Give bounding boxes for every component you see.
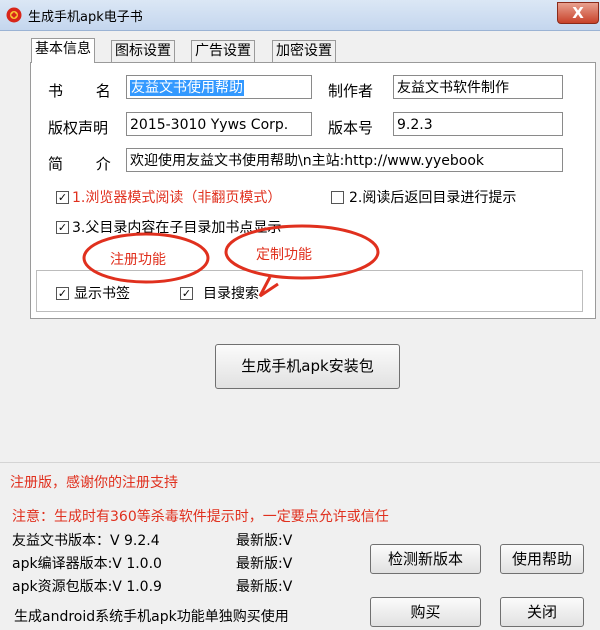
check-update-button[interactable]: 检测新版本 — [370, 544, 481, 574]
producer-input[interactable]: 友益文书软件制作 — [393, 75, 563, 99]
generate-apk-button[interactable]: 生成手机apk安装包 — [215, 344, 400, 389]
copyright-input[interactable]: 2015-3010 Yyws Corp. — [126, 112, 312, 136]
custom-annotation-text: 定制功能 — [256, 247, 312, 263]
book-name-value: 友益文书使用帮助 — [130, 80, 244, 96]
antivirus-warning: 注意：生成时有360等杀毒软件提示时，一定要点允许或信任 — [12, 509, 389, 525]
tab-encrypt-settings[interactable]: 加密设置 — [272, 40, 336, 62]
version-input[interactable]: 9.2.3 — [393, 112, 563, 136]
book-name-label: 书 名 — [48, 82, 125, 100]
version-label: 版本号 — [328, 119, 374, 137]
app-icon — [6, 7, 22, 23]
app-version-label: 友益文书版本：V 9.2.4 — [12, 533, 160, 549]
tab-ad-settings[interactable]: 广告设置 — [191, 40, 255, 62]
resource-version-label: apk资源包版本:V 1.0.9 — [12, 579, 162, 595]
return-prompt-checkbox[interactable] — [331, 191, 344, 204]
register-annotation-text: 注册功能 — [110, 252, 166, 268]
show-bookmark-checkbox[interactable]: ✓ — [56, 287, 69, 300]
app-latest-version: 最新版:V — [236, 533, 293, 549]
window-title: 生成手机apk电子书 — [28, 10, 143, 25]
registered-status: 注册版，感谢你的注册支持 — [10, 475, 178, 491]
browser-mode-label: 1.浏览器模式阅读（非翻页模式） — [72, 190, 282, 206]
resource-latest-version: 最新版:V — [236, 579, 293, 595]
purchase-note: 生成android系统手机apk功能单独购买使用 — [14, 609, 289, 625]
window-close-button[interactable]: X — [557, 2, 599, 24]
tab-icon-settings[interactable]: 图标设置 — [111, 40, 175, 62]
buy-button[interactable]: 购买 — [370, 597, 481, 627]
book-name-input[interactable]: 友益文书使用帮助 — [126, 75, 312, 99]
producer-label: 制作者 — [328, 82, 374, 100]
help-button[interactable]: 使用帮助 — [500, 544, 584, 574]
parent-dir-checkbox[interactable]: ✓ — [56, 221, 69, 234]
intro-label: 简 介 — [48, 155, 125, 173]
close-button[interactable]: 关闭 — [500, 597, 584, 627]
browser-mode-checkbox[interactable]: ✓ — [56, 191, 69, 204]
intro-input[interactable]: 欢迎使用友益文书使用帮助\n主站:http://www.yyebook — [126, 148, 563, 172]
tab-basic-info[interactable]: 基本信息 — [31, 38, 95, 63]
return-prompt-label: 2.阅读后返回目录进行提示 — [349, 190, 517, 206]
compiler-version-label: apk编译器版本:V 1.0.0 — [12, 556, 162, 572]
copyright-label: 版权声明 — [48, 119, 109, 137]
compiler-latest-version: 最新版:V — [236, 556, 293, 572]
title-bar: 生成手机apk电子书 X — [0, 0, 600, 31]
